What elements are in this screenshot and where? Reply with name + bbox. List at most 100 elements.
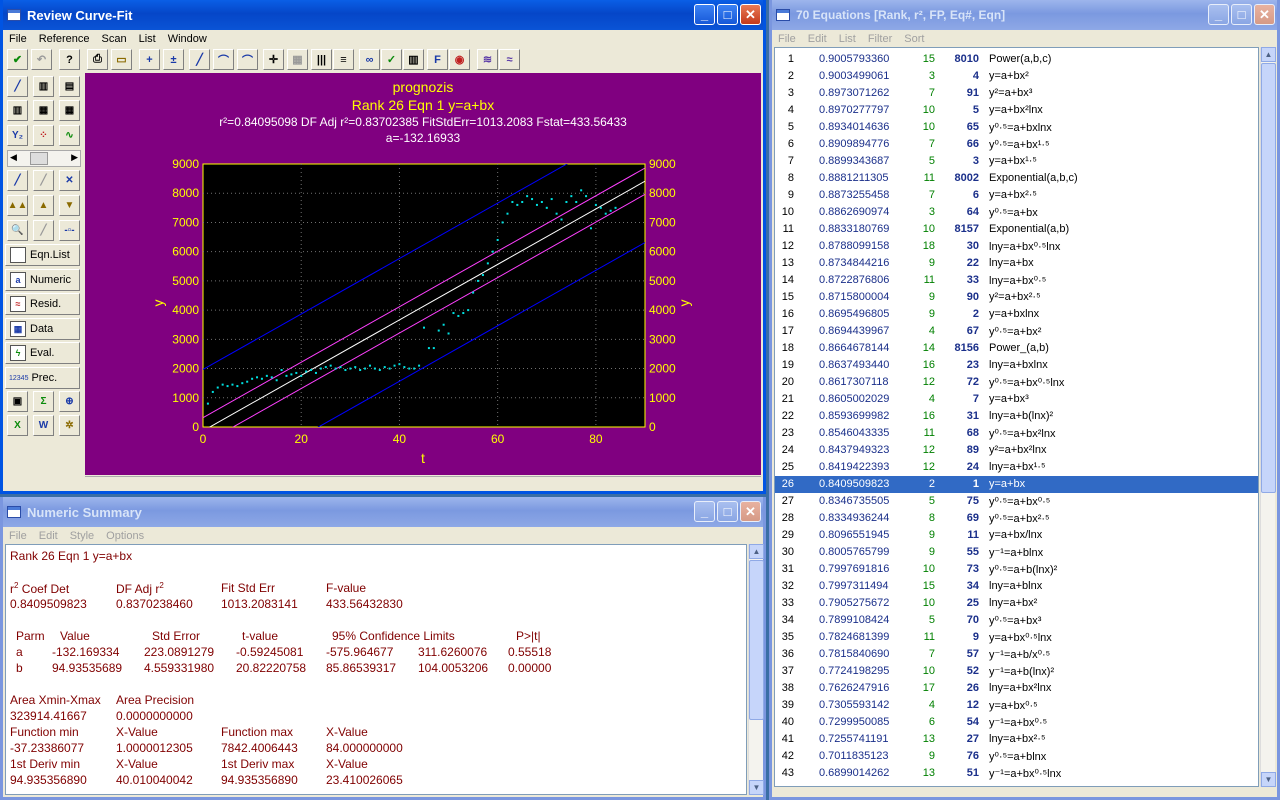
equation-row[interactable]: 43 0.6899014262 13 51 y⁻¹=a+bx⁰·⁵lnx (775, 765, 1258, 782)
print-icon[interactable]: ⎙ (87, 49, 108, 70)
peaks-icon[interactable]: ▲▲ (7, 195, 28, 216)
equation-row[interactable]: 14 0.8722876806 11 33 lny=a+bx⁰·⁵ (775, 272, 1258, 289)
prec-button[interactable]: 12345 Prec. (5, 367, 80, 389)
line-tool-b-icon[interactable]: ╱ (33, 170, 54, 191)
equation-row[interactable]: 6 0.8909894776 7 66 y⁰·⁵=a+bx¹·⁵ (775, 136, 1258, 153)
equation-row[interactable]: 13 0.8734844216 9 22 lny=a+bx (775, 255, 1258, 272)
close-button[interactable]: ✕ (1254, 4, 1275, 25)
equation-row[interactable]: 2 0.9003499061 3 4 y=a+bx² (775, 68, 1258, 85)
menu-scan[interactable]: Scan (96, 33, 133, 45)
numeric-titlebar[interactable]: Numeric Summary _ □ ✕ (3, 497, 763, 527)
word-icon[interactable]: W (33, 415, 54, 436)
equation-row[interactable]: 28 0.8334936244 8 69 y⁰·⁵=a+bx²·⁵ (775, 510, 1258, 527)
connector-icon[interactable]: -▫- (59, 220, 80, 241)
scroll-up-icon[interactable]: ▲ (1261, 47, 1276, 62)
equations-window[interactable]: 70 Equations [Rank, r², FP, Eq#, Eqn] _ … (769, 0, 1280, 800)
line-tool-icon[interactable]: ╱ (189, 49, 210, 70)
equation-row[interactable]: 41 0.7255741191 13 27 lny=a+bx²·⁵ (775, 731, 1258, 748)
graph-icon-4[interactable]: ▥ (7, 100, 28, 121)
sigma-icon[interactable]: Σ (33, 391, 54, 412)
graph-icon-1[interactable]: ╱ (7, 76, 28, 97)
maximize-button[interactable]: □ (717, 501, 738, 522)
graph-icon-2[interactable]: ▥ (33, 76, 54, 97)
scroll-up-icon[interactable]: ▲ (749, 544, 764, 559)
series-icon[interactable]: ≋ (477, 49, 498, 70)
equation-row[interactable]: 19 0.8637493440 16 23 lny=a+bxlnx (775, 357, 1258, 374)
zoom-out-icon[interactable]: ╱ (33, 220, 54, 241)
color-palette-icon[interactable]: ◉ (449, 49, 470, 70)
equation-row[interactable]: 31 0.7997691816 10 73 y⁰·⁵=a+b(lnx)² (775, 561, 1258, 578)
equation-row[interactable]: 24 0.8437949323 12 89 y²=a+bx²lnx (775, 442, 1258, 459)
scroll-right-icon[interactable]: ▶ (71, 152, 78, 163)
menu-filter[interactable]: Filter (862, 33, 898, 45)
equation-row[interactable]: 15 0.8715800004 9 90 y²=a+bx²·⁵ (775, 289, 1258, 306)
list-icon[interactable]: ≡ (333, 49, 354, 70)
zoom-icon[interactable]: 🔍 (7, 220, 28, 241)
numeric-summary-window[interactable]: Numeric Summary _ □ ✕ File Edit Style Op… (0, 497, 766, 800)
close-button[interactable]: ✕ (740, 4, 761, 25)
equation-row[interactable]: 37 0.7724198295 10 52 y⁻¹=a+b(lnx)² (775, 663, 1258, 680)
scroll-thumb[interactable] (749, 560, 764, 720)
equation-row[interactable]: 33 0.7905275672 10 25 lny=a+bx² (775, 595, 1258, 612)
equations-vertical-scrollbar[interactable]: ▲ ▼ (1260, 47, 1276, 787)
curvefit-window[interactable]: Review Curve-Fit _ □ ✕ File Reference Sc… (0, 0, 766, 494)
close-button[interactable]: ✕ (740, 501, 761, 522)
menu-file[interactable]: File (3, 530, 33, 542)
equation-row[interactable]: 7 0.8899343687 5 3 y=a+bx¹·⁵ (775, 153, 1258, 170)
scroll-left-icon[interactable]: ◀ (10, 152, 17, 163)
peak-icon[interactable]: ▲ (33, 195, 54, 216)
data-button[interactable]: ▦ Data (5, 318, 80, 340)
equation-row[interactable]: 17 0.8694439967 4 67 y⁰·⁵=a+bx² (775, 323, 1258, 340)
equation-row[interactable]: 18 0.8664678144 14 8156 Power_(a,b) (775, 340, 1258, 357)
resid-button[interactable]: ≈ Resid. (5, 293, 80, 315)
undo-icon[interactable]: ↶ (31, 49, 52, 70)
menu-sort[interactable]: Sort (898, 33, 930, 45)
valley-icon[interactable]: ▼ (59, 195, 80, 216)
binoculars-icon[interactable]: ∞ (359, 49, 380, 70)
maximize-button[interactable]: □ (1231, 4, 1252, 25)
menu-window[interactable]: Window (162, 33, 213, 45)
equation-row[interactable]: 12 0.8788099158 18 30 lny=a+bx⁰·⁵lnx (775, 238, 1258, 255)
equation-row[interactable]: 11 0.8833180769 10 8157 Exponential(a,b) (775, 221, 1258, 238)
equation-row[interactable]: 3 0.8973071262 7 91 y²=a+bx³ (775, 85, 1258, 102)
equations-titlebar[interactable]: 70 Equations [Rank, r², FP, Eq#, Eqn] _ … (772, 0, 1277, 30)
equation-row[interactable]: 38 0.7626247916 17 26 lny=a+bx²lnx (775, 680, 1258, 697)
folder-icon[interactable]: ▭ (111, 49, 132, 70)
wave-icon[interactable]: ∿ (59, 125, 80, 146)
excel-icon[interactable]: X (7, 415, 28, 436)
series2-icon[interactable]: ≈ (499, 49, 520, 70)
equation-row[interactable]: 22 0.8593699982 16 31 lny=a+b(lnx)² (775, 408, 1258, 425)
font-icon[interactable]: F (427, 49, 448, 70)
crosshair-icon[interactable]: ✛ (263, 49, 284, 70)
equation-row[interactable]: 16 0.8695496805 9 2 y=a+bxlnx (775, 306, 1258, 323)
minimize-button[interactable]: _ (694, 4, 715, 25)
equation-row[interactable]: 1 0.9005793360 15 8010 Power(a,b,c) (775, 51, 1258, 68)
equation-row[interactable]: 5 0.8934014636 10 65 y⁰·⁵=a+bxlnx (775, 119, 1258, 136)
equation-row[interactable]: 35 0.7824681399 11 9 y=a+bx⁰·⁵lnx (775, 629, 1258, 646)
equation-row[interactable]: 25 0.8419422393 12 24 lny=a+bx¹·⁵ (775, 459, 1258, 476)
scroll-down-icon[interactable]: ▼ (1261, 772, 1276, 787)
maximize-button[interactable]: □ (717, 4, 738, 25)
menu-style[interactable]: Style (64, 530, 100, 542)
equation-row[interactable]: 26 0.8409509823 2 1 y=a+bx (775, 476, 1258, 493)
menu-list[interactable]: List (133, 33, 162, 45)
scroll-down-icon[interactable]: ▼ (749, 780, 764, 795)
equation-row[interactable]: 23 0.8546043335 11 68 y⁰·⁵=a+bx²lnx (775, 425, 1258, 442)
equation-row[interactable]: 9 0.8873255458 7 6 y=a+bx²·⁵ (775, 187, 1258, 204)
numeric-vertical-scrollbar[interactable]: ▲ ▼ (748, 544, 764, 795)
equation-row[interactable]: 34 0.7899108424 5 70 y⁰·⁵=a+bx³ (775, 612, 1258, 629)
equation-row[interactable]: 39 0.7305593142 4 12 y=a+bx⁰·⁵ (775, 697, 1258, 714)
curve-tool-icon[interactable]: ⌒ (213, 49, 234, 70)
scroll-thumb[interactable] (30, 152, 48, 165)
numeric-button[interactable]: a Numeric (5, 269, 80, 291)
eval-button[interactable]: ϟ Eval. (5, 342, 80, 364)
add-point-icon[interactable]: + (139, 49, 160, 70)
plot-area[interactable]: prognozis Rank 26 Eqn 1 y=a+bx r²=0.8409… (85, 73, 761, 475)
minimize-button[interactable]: _ (1208, 4, 1229, 25)
fit-check-icon[interactable]: ✓ (381, 49, 402, 70)
graph-icon-3[interactable]: ▤ (59, 76, 80, 97)
menu-list[interactable]: List (833, 33, 862, 45)
y2-axis-icon[interactable]: Y₂ (7, 125, 28, 146)
equation-row[interactable]: 8 0.8881211305 11 8002 Exponential(a,b,c) (775, 170, 1258, 187)
menu-reference[interactable]: Reference (33, 33, 96, 45)
